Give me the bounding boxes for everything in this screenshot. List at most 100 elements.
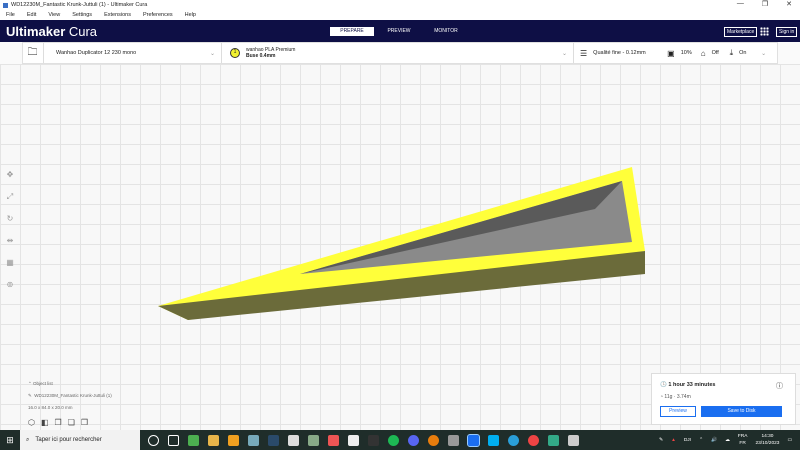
app-icon[interactable] — [448, 434, 459, 446]
adhesion-value: On — [739, 50, 747, 56]
clock-time: 14:30 — [761, 434, 774, 439]
object-list-header: Object list — [33, 381, 53, 386]
view-buttons: ⬡ ◧ ❐ ❏ ❒ — [28, 418, 88, 427]
3d-view-icon[interactable]: ⬡ — [28, 418, 35, 427]
chevron-down-icon: ⌄ — [761, 50, 767, 57]
taskbar-search[interactable]: ⌕ Taper ici pour rechercher — [20, 430, 140, 450]
edge-icon[interactable] — [508, 434, 519, 446]
tray-arrow-icon[interactable]: ⌃ — [699, 438, 703, 443]
app-icon[interactable] — [248, 434, 259, 446]
app-icon[interactable] — [368, 434, 379, 446]
logo-bold: Ultimaker — [6, 24, 66, 39]
preview-button[interactable]: Preview — [660, 406, 696, 417]
left-view-icon[interactable]: ❏ — [68, 418, 75, 427]
taskbar-apps — [148, 433, 579, 447]
search-placeholder: Taper ici pour rechercher — [35, 437, 102, 443]
app-icon[interactable] — [288, 434, 299, 446]
right-view-icon[interactable]: ❒ — [81, 418, 88, 427]
save-to-disk-button[interactable]: Save to Disk — [701, 406, 782, 417]
folder-icon: 🗀 — [27, 46, 38, 58]
dji-icon[interactable]: ▲ — [671, 438, 676, 443]
tab-preview[interactable]: PREVIEW — [377, 27, 421, 36]
menu-preferences[interactable]: Preferences — [143, 12, 173, 18]
move-icon[interactable]: ✥ — [4, 170, 16, 184]
language-indicator[interactable]: FRA FR — [738, 433, 748, 447]
app-icon[interactable] — [548, 434, 559, 446]
menu-edit[interactable]: Edit — [27, 12, 36, 18]
object-item[interactable]: ✎ WD12230M_Fantastic Krunk-Juttuli (1) — [28, 393, 112, 399]
volume-icon[interactable]: 🔊 — [711, 438, 717, 443]
print-time-value: 1 hour 33 minutes — [668, 382, 716, 388]
scale-icon[interactable]: ⤢ — [4, 192, 16, 206]
menu-help[interactable]: Help — [185, 12, 196, 18]
app-icon[interactable] — [568, 434, 579, 446]
steam-icon[interactable] — [268, 434, 279, 446]
clock[interactable]: 14:30 23/10/2023 — [755, 433, 779, 447]
material-usage-value: 11g · 3.74m — [664, 394, 691, 400]
menu-view[interactable]: View — [48, 12, 60, 18]
printer-name: Wanhao Duplicator 12 230 mono — [56, 50, 137, 56]
menu-settings[interactable]: Settings — [72, 12, 92, 18]
sign-in-button[interactable]: Sign in — [776, 27, 798, 37]
adhesion-icon: ⤓ — [729, 48, 734, 57]
print-time: 🕒 1 hour 33 minutes — [660, 382, 716, 388]
clock-date: 23/10/2023 — [755, 441, 780, 446]
menu-extensions[interactable]: Extensions — [104, 12, 131, 18]
menu-bar: File Edit View Settings Extensions Prefe… — [0, 10, 800, 20]
printer-selector[interactable]: Wanhao Duplicator 12 230 mono ⌄ — [44, 43, 222, 63]
discord-icon[interactable] — [408, 434, 419, 446]
pen-icon[interactable]: ✎ — [659, 438, 663, 443]
blender-icon[interactable] — [428, 434, 439, 446]
nozzle-size: Buse 0.4mm — [246, 53, 276, 59]
open-file-button[interactable]: 🗀 — [22, 43, 44, 63]
app-icon[interactable] — [308, 434, 319, 446]
title-bar: WD12230M_Fantastic Krunk-Juttuli (1) - U… — [0, 0, 800, 10]
support-value: Off — [711, 50, 719, 56]
task-view-icon[interactable] — [168, 434, 179, 446]
system-tray: ✎ ▲ DJI ⌃ 🔊 ☁ FRA FR 14:30 23/10/2023 ▭ — [659, 433, 792, 447]
support-blocker-icon[interactable]: ⊚ — [4, 280, 16, 294]
tab-monitor[interactable]: MONITOR — [424, 27, 468, 36]
close-button[interactable]: ✕ — [786, 0, 792, 8]
app-icon[interactable] — [348, 434, 359, 446]
logo-light: Cura — [65, 24, 98, 39]
infill-value: 10% — [680, 50, 692, 56]
app-icon[interactable] — [328, 434, 339, 446]
menu-file[interactable]: File — [6, 12, 15, 18]
apps-grid-icon[interactable] — [760, 27, 769, 36]
mirror-icon[interactable]: ⇹ — [4, 236, 16, 250]
minimize-button[interactable]: — — [737, 0, 744, 8]
spotify-icon[interactable] — [388, 434, 399, 446]
notifications-icon[interactable]: ▭ — [787, 438, 792, 443]
app-icon[interactable] — [208, 434, 219, 446]
lang-primary: FRA — [737, 434, 748, 439]
search-icon: ⌕ — [26, 436, 30, 443]
app-icon[interactable] — [188, 434, 199, 446]
marketplace-button[interactable]: Marketplace — [724, 27, 758, 37]
tab-prepare[interactable]: PREPARE — [330, 27, 374, 36]
window-title: WD12230M_Fantastic Krunk-Juttuli (1) - U… — [11, 2, 148, 8]
taskbar: ⊞ ⌕ Taper ici pour rechercher ✎ ▲ DJI ⌃ 🔊… — [0, 430, 800, 450]
extruder-badge: 1 — [230, 48, 240, 58]
rotate-icon[interactable]: ↻ — [4, 214, 16, 228]
material-selector[interactable]: 1 wanhao PLA Premium Buse 0.4mm ⌄ — [222, 43, 574, 63]
cortana-icon[interactable] — [148, 434, 159, 446]
info-icon[interactable]: ⓘ — [776, 381, 783, 391]
cura-icon[interactable] — [467, 433, 480, 447]
app-icon[interactable] — [228, 434, 239, 446]
restore-button[interactable]: ❐ — [762, 0, 768, 8]
profile-name: Qualité fine - 0.12mm — [593, 50, 646, 56]
front-view-icon[interactable]: ◧ — [41, 418, 49, 427]
object-list: ⌃ Object list ✎ WD12230M_Fantastic Krunk… — [28, 381, 112, 416]
top-view-icon[interactable]: ❐ — [55, 418, 62, 427]
per-model-settings-icon[interactable]: ▦ — [4, 258, 16, 272]
print-settings-selector[interactable]: ☰ Qualité fine - 0.12mm ▣ 10% ⌂ Off ⤓ On… — [574, 48, 777, 58]
chrome-icon[interactable] — [528, 434, 539, 446]
app-header: Ultimaker Cura PREPARE PREVIEW MONITOR M… — [0, 20, 800, 42]
infill-icon: ▣ — [667, 48, 675, 58]
object-list-toggle[interactable]: ⌃ Object list — [28, 381, 112, 387]
skype-icon[interactable] — [488, 434, 499, 446]
object-name: WD12230M_Fantastic Krunk-Juttuli (1) — [34, 393, 112, 398]
windows-start-icon[interactable]: ⊞ — [0, 435, 20, 446]
network-icon[interactable]: ☁ — [725, 438, 730, 443]
